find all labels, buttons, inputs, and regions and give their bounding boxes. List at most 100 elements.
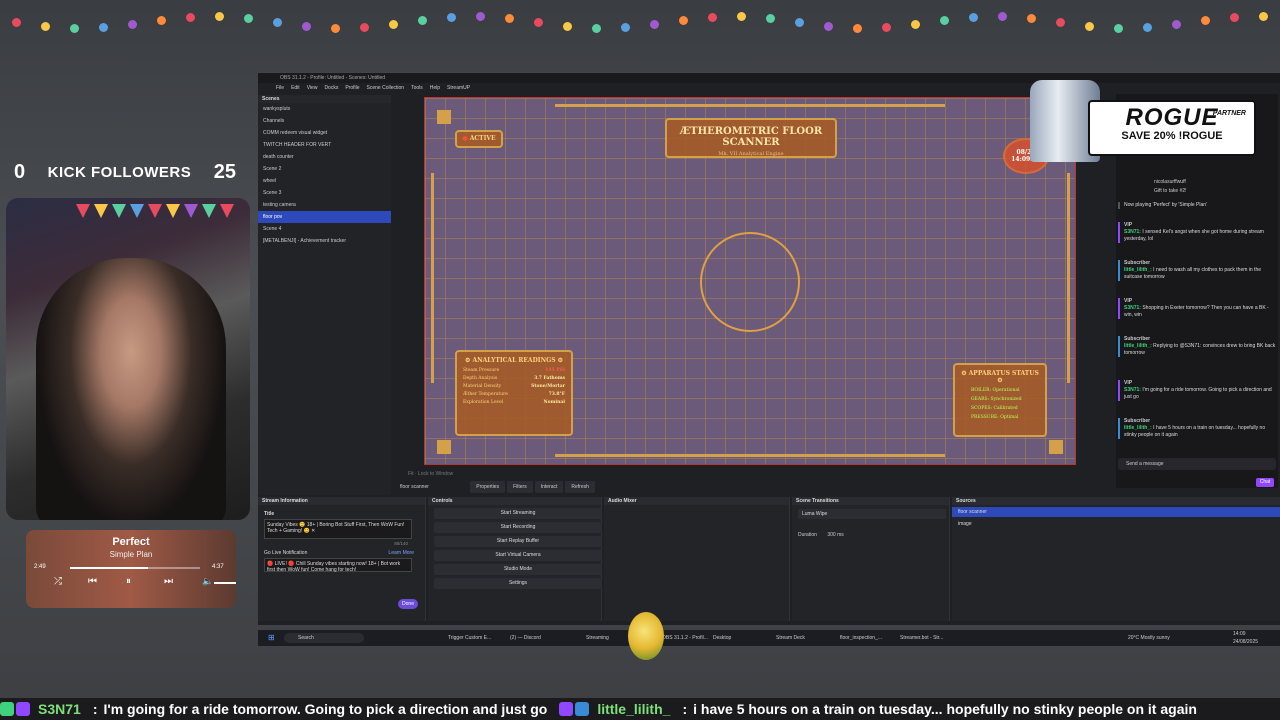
light-bulb bbox=[1201, 16, 1210, 25]
scene-item[interactable]: testing camera bbox=[258, 199, 391, 211]
preview-canvas[interactable]: ÆTHEROMETRIC FLOOR SCANNER Mk. VII Analy… bbox=[424, 97, 1076, 465]
start-replay-buffer-button[interactable]: Start Replay Buffer bbox=[434, 536, 602, 547]
reading-label: Steam Pressure bbox=[463, 368, 500, 373]
scenes-dock: Scenes wankyspluts Channels COMM redeem vi… bbox=[258, 95, 391, 495]
learn-more-link[interactable]: Learn More bbox=[388, 550, 414, 556]
stream-info-dock: Stream Information Title Sunday Vibes 😊 … bbox=[258, 497, 426, 621]
taskbar-app[interactable]: Trigger Custom E... bbox=[448, 630, 491, 646]
preview-scale-bar[interactable]: Fit · Lock to Window bbox=[398, 469, 1078, 479]
readings-header: ⚙ ANALYTICAL READINGS ⚙ bbox=[464, 357, 564, 364]
taskbar-app[interactable]: OBS 31.1.2 - Profil... bbox=[662, 630, 708, 646]
menu-item[interactable]: Tools bbox=[411, 85, 423, 91]
start-virtual-camera-button[interactable]: Start Virtual Camera bbox=[434, 550, 602, 561]
scene-item[interactable]: Scene 4 bbox=[258, 223, 391, 235]
scenes-header: Scenes bbox=[258, 95, 391, 103]
go-live-notification-field[interactable]: 🔴 LIVE! 🔴 Chill Sunday vibes starting no… bbox=[264, 558, 412, 573]
stream-title-field[interactable]: Sunday Vibes 😊 18+ | Boring Bot Stuff Fi… bbox=[264, 519, 412, 539]
taskbar-app[interactable]: floor_inspection_... bbox=[840, 630, 882, 646]
taskbar-app[interactable]: Streaming bbox=[586, 630, 609, 646]
now-playing-widget: Perfect Simple Plan 2:49 4:37 ⤮ ⏮ ⏸ ⏭ 🔈 bbox=[26, 530, 236, 608]
source-item[interactable]: floor scanner bbox=[952, 507, 1280, 517]
scene-item[interactable]: floor pov bbox=[258, 211, 391, 223]
party-lights bbox=[0, 0, 1280, 50]
corner-bolt-bl bbox=[437, 440, 451, 454]
ticker-text: I'm going for a ride tomorrow. Going to … bbox=[103, 701, 548, 717]
chat-username[interactable]: S3N71: bbox=[1124, 229, 1141, 235]
track-progress-bar[interactable] bbox=[70, 567, 200, 569]
done-button[interactable]: Done bbox=[398, 599, 418, 609]
chat-username[interactable]: little_lilith_: bbox=[1124, 343, 1152, 349]
menu-item[interactable]: Profile bbox=[345, 85, 359, 91]
taskbar-app[interactable]: (2) — Discord bbox=[510, 630, 541, 646]
transition-select[interactable]: Luma Wipe bbox=[798, 509, 946, 519]
studio-mode-button[interactable]: Studio Mode bbox=[434, 564, 602, 575]
next-track-icon[interactable]: ⏭ bbox=[164, 576, 173, 587]
previous-track-icon[interactable]: ⏮ bbox=[88, 576, 97, 587]
toolbar-button-filters[interactable]: Filters bbox=[507, 481, 533, 493]
windows-taskbar: ⊞ Search Trigger Custom E... (2) — Discor… bbox=[258, 630, 1280, 646]
toolbar-button-interact[interactable]: Interact bbox=[534, 481, 564, 493]
bunting-decoration bbox=[76, 204, 234, 218]
scene-item[interactable]: COMM redeem visual widget bbox=[258, 127, 391, 139]
start-recording-button[interactable]: Start Recording bbox=[434, 522, 602, 533]
selected-source-name: floor scanner bbox=[400, 484, 429, 490]
taskbar-clock[interactable]: 14:09 24/08/2025 bbox=[1233, 630, 1258, 646]
reading-row: Æther Temperature 73.8°F bbox=[463, 392, 565, 397]
mascot-sticker bbox=[628, 612, 664, 660]
scene-item[interactable]: death counter bbox=[258, 151, 391, 163]
gift-user: nicolasurffwuff bbox=[1154, 179, 1186, 185]
shuffle-icon[interactable]: ⤮ bbox=[54, 576, 62, 587]
ticker-username: little_lilith_ bbox=[597, 701, 671, 717]
light-bulb bbox=[1143, 23, 1152, 32]
scene-item[interactable]: Channels bbox=[258, 115, 391, 127]
pause-icon[interactable]: ⏸ bbox=[126, 576, 131, 587]
chat-username[interactable]: S3N71: bbox=[1124, 305, 1141, 311]
menu-item[interactable]: Help bbox=[430, 85, 440, 91]
volume-slider[interactable] bbox=[214, 582, 236, 584]
light-bulb bbox=[795, 18, 804, 27]
scene-item[interactable]: wankyspluts bbox=[258, 103, 391, 115]
windows-start-icon[interactable]: ⊞ bbox=[268, 630, 275, 646]
start-streaming-button[interactable]: Start Streaming bbox=[434, 508, 602, 519]
menu-item[interactable]: View bbox=[307, 85, 318, 91]
ticker-text: i have 5 hours on a train on tuesday... … bbox=[693, 701, 1197, 717]
scene-item[interactable]: Scene 3 bbox=[258, 187, 391, 199]
scene-item[interactable]: [METALBENJI] - Achievement tracker bbox=[258, 235, 391, 247]
source-item[interactable]: image bbox=[952, 519, 1280, 529]
duration-value[interactable]: 300 ms bbox=[827, 532, 843, 538]
toolbar-button-properties[interactable]: Properties bbox=[470, 481, 506, 493]
settings-button[interactable]: Settings bbox=[434, 578, 602, 589]
toolbar-button-refresh[interactable]: Refresh bbox=[565, 481, 595, 493]
kick-followers-label: KICK FOLLOWERS bbox=[47, 163, 192, 181]
taskbar-search[interactable]: Search bbox=[284, 633, 364, 643]
menu-item[interactable]: Edit bbox=[291, 85, 300, 91]
taskbar-app[interactable]: Desktop bbox=[713, 630, 731, 646]
volume-icon[interactable]: 🔈 bbox=[202, 576, 213, 587]
light-bulb bbox=[998, 12, 1007, 21]
status-row: SCOPES: Calibrated bbox=[971, 406, 1018, 411]
reading-row: Material Density Stone/Mortar bbox=[463, 384, 565, 389]
scene-item[interactable]: TWITCH HEADER FOR VERT bbox=[258, 139, 391, 151]
rogue-promo: SAVE 20% !ROGUE bbox=[1121, 130, 1223, 142]
scene-item[interactable]: Scene 2 bbox=[258, 163, 391, 175]
chat-username[interactable]: little_lilith_: bbox=[1124, 267, 1152, 273]
active-label: ACTIVE bbox=[469, 135, 496, 142]
weather-widget[interactable]: 20°C Mostly sunny bbox=[1128, 630, 1170, 646]
chat-input[interactable]: Send a message bbox=[1118, 458, 1276, 470]
top-frame-bar bbox=[555, 104, 945, 107]
chat-send-button[interactable]: Chat bbox=[1256, 478, 1274, 487]
controls-dock: Controls Start Streaming Start Recording S… bbox=[428, 497, 602, 621]
menu-item[interactable]: File bbox=[276, 85, 284, 91]
light-bulb bbox=[1027, 14, 1036, 23]
menu-item[interactable]: StreamUP bbox=[447, 85, 470, 91]
chat-username[interactable]: S3N71: bbox=[1124, 387, 1141, 393]
taskbar-app[interactable]: Stream Deck bbox=[776, 630, 805, 646]
sources-dock: Sources floor scanner image bbox=[952, 497, 1280, 621]
chat-username[interactable]: little_lilith_: bbox=[1124, 425, 1152, 431]
rogue-ad-box: PARTNER ROGUE SAVE 20% !ROGUE bbox=[1088, 100, 1256, 156]
menu-item[interactable]: Scene Collection bbox=[367, 85, 405, 91]
scene-item[interactable]: wheel bbox=[258, 175, 391, 187]
menu-item[interactable]: Docks bbox=[324, 85, 338, 91]
taskbar-app[interactable]: Streamer.bot - Str... bbox=[900, 630, 943, 646]
light-bulb bbox=[447, 13, 456, 22]
